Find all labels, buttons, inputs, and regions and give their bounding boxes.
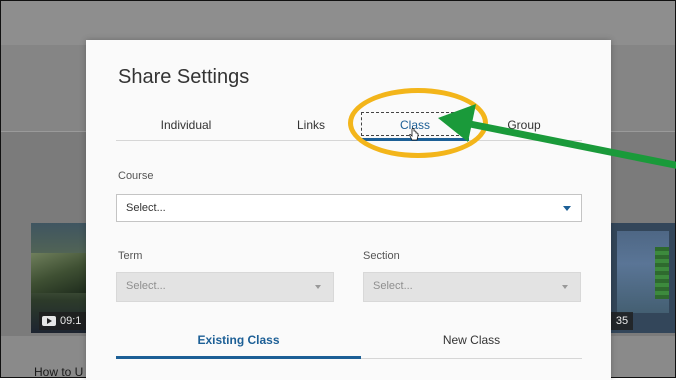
subtab-divider <box>361 358 582 359</box>
term-select-value: Select... <box>126 280 166 292</box>
tab-group[interactable]: Group <box>476 110 572 140</box>
section-select-value: Select... <box>373 280 413 292</box>
video-title-caption: How to U <box>34 365 84 378</box>
chevron-down-icon <box>562 285 568 289</box>
tab-new-class[interactable]: New Class <box>361 324 582 356</box>
term-label: Term <box>118 250 143 262</box>
highlight-circle <box>348 88 488 158</box>
course-select-value: Select... <box>126 202 166 214</box>
thumbnail-sidebar <box>655 247 669 299</box>
modal-title: Share Settings <box>118 66 250 88</box>
active-subtab-indicator <box>116 356 361 359</box>
section-label: Section <box>363 250 400 262</box>
share-settings-modal: Share Settings Individual Links Class Gr… <box>86 40 611 380</box>
tab-existing-class[interactable]: Existing Class <box>116 324 361 356</box>
play-icon <box>42 316 56 326</box>
background-header <box>1 1 675 45</box>
video-duration-badge: 09:1 <box>39 312 91 330</box>
tab-individual[interactable]: Individual <box>116 110 256 140</box>
video-duration-badge-right: 35 <box>611 312 633 330</box>
tab-links[interactable]: Links <box>271 110 351 140</box>
chevron-down-icon <box>563 206 571 211</box>
class-mode-tabs: Existing Class New Class <box>116 324 582 359</box>
chevron-down-icon <box>315 285 321 289</box>
section-select[interactable]: Select... <box>363 272 581 302</box>
course-label: Course <box>118 170 154 182</box>
term-select[interactable]: Select... <box>116 272 334 302</box>
course-select[interactable]: Select... <box>116 194 582 222</box>
thumbnail-landscape <box>31 253 91 293</box>
video-duration-text: 09:1 <box>60 315 82 327</box>
